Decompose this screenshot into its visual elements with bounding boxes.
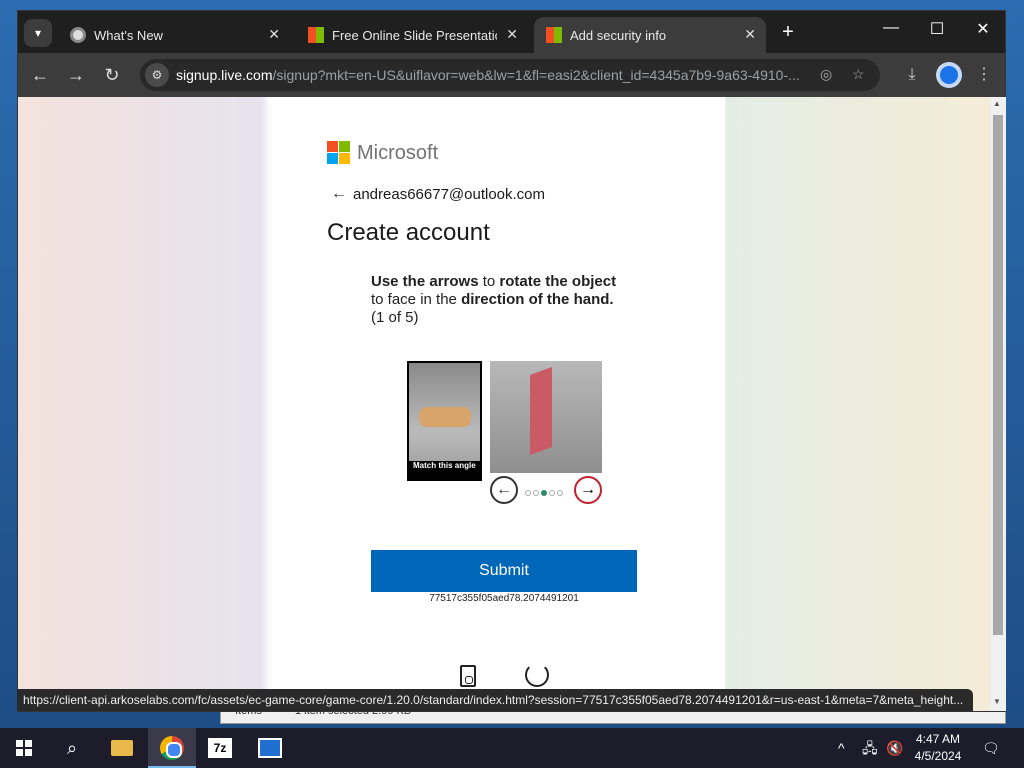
chrome-icon xyxy=(160,736,184,760)
status-url-bubble: https://client-api.arkoselabs.com/fc/ass… xyxy=(17,689,973,711)
app-taskbar-button[interactable] xyxy=(246,728,294,768)
hand-icon xyxy=(419,407,471,427)
close-icon[interactable]: ✕ xyxy=(268,26,280,43)
notifications-icon[interactable]: 🗨 xyxy=(982,728,1000,768)
search-icon[interactable]: ⌕ xyxy=(48,728,96,768)
tab-strip: ▾ What's New ✕ Free Online Slide Present… xyxy=(18,11,1005,53)
page-viewport: Microsoft ← andreas66677@outlook.com Cre… xyxy=(18,97,990,711)
download-icon[interactable]: ⤓ xyxy=(900,63,924,87)
windows-icon xyxy=(16,740,32,756)
browser-window: ▾ What's New ✕ Free Online Slide Present… xyxy=(17,10,1006,712)
signup-card: Microsoft ← andreas66677@outlook.com Cre… xyxy=(285,97,725,711)
microsoft-logo-icon xyxy=(327,141,351,165)
chrome-icon xyxy=(70,27,86,43)
rotatable-object-image xyxy=(490,361,602,473)
new-tab-button[interactable]: + xyxy=(776,21,800,44)
reload-challenge-icon[interactable] xyxy=(525,663,549,687)
site-info-icon[interactable]: ⚙ xyxy=(145,63,169,87)
page-title: Create account xyxy=(327,219,490,246)
object-shape xyxy=(530,366,552,456)
system-clock[interactable]: 4:47 AM 4/5/2024 xyxy=(898,731,978,765)
tab-whats-new[interactable]: What's New ✕ xyxy=(58,17,290,53)
back-button[interactable]: ← xyxy=(28,63,52,87)
captcha-instructions: Use the arrows to rotate the object to f… xyxy=(371,273,617,326)
chrome-taskbar-button[interactable] xyxy=(148,728,196,768)
brand-name: Microsoft xyxy=(357,142,439,164)
taskbar: ⌕ 7z ^ 🖧 🔇 4:47 AM 4/5/2024 🗨 xyxy=(0,728,1024,768)
tray-chevron-icon[interactable]: ^ xyxy=(838,728,845,768)
tab-title: Free Online Slide Presentation: | xyxy=(332,28,497,43)
7zip-taskbar-button[interactable]: 7z xyxy=(196,728,244,768)
progress-dots xyxy=(525,483,569,501)
profile-avatar[interactable] xyxy=(936,62,962,88)
tab-add-security-info[interactable]: Add security info ✕ xyxy=(534,17,766,53)
file-explorer-button[interactable] xyxy=(98,728,146,768)
submit-button[interactable]: Submit xyxy=(371,550,637,592)
tab-title: What's New xyxy=(94,28,163,43)
close-window-button[interactable]: ✕ xyxy=(960,19,1006,39)
scroll-up-icon[interactable]: ▲ xyxy=(993,99,1001,108)
start-button[interactable] xyxy=(0,728,48,768)
account-email: andreas66677@outlook.com xyxy=(353,186,546,203)
reload-button[interactable]: ↻ xyxy=(100,63,124,87)
back-arrow-icon[interactable]: ← xyxy=(331,185,347,203)
scroll-down-icon[interactable]: ▼ xyxy=(993,697,1001,706)
rotate-left-button[interactable]: ← xyxy=(490,476,518,504)
close-icon[interactable]: ✕ xyxy=(506,26,518,43)
page-scrollbar[interactable]: ▲ ▼ xyxy=(990,97,1006,711)
network-icon[interactable]: 🖧 xyxy=(862,728,878,768)
tracking-icon[interactable]: ◎ xyxy=(820,66,832,83)
menu-icon[interactable]: ⋮ xyxy=(972,63,996,87)
7zip-icon: 7z xyxy=(208,738,232,758)
window-app-icon xyxy=(258,738,282,758)
bookmark-star-icon[interactable]: ☆ xyxy=(852,66,865,83)
url-text[interactable]: signup.live.com/signup?mkt=en-US&uiflavo… xyxy=(176,67,816,83)
audio-challenge-icon[interactable] xyxy=(460,665,476,687)
address-bar[interactable]: ⚙ signup.live.com/signup?mkt=en-US&uifla… xyxy=(140,59,880,91)
session-id: 77517c355f05aed78.2074491201 xyxy=(429,593,579,604)
close-icon[interactable]: ✕ xyxy=(744,26,756,43)
reference-hand-image: Match this angle xyxy=(407,361,482,481)
tab-search-button[interactable]: ▾ xyxy=(24,19,52,47)
rotate-right-button[interactable]: → xyxy=(574,476,602,504)
browser-toolbar: ← → ↻ ⚙ signup.live.com/signup?mkt=en-US… xyxy=(18,53,1005,97)
tab-slide-presentation[interactable]: Free Online Slide Presentation: | ✕ xyxy=(296,17,528,53)
microsoft-icon xyxy=(308,27,324,43)
scrollbar-thumb[interactable] xyxy=(993,115,1003,635)
match-angle-label: Match this angle xyxy=(409,461,480,479)
tab-title: Add security info xyxy=(570,28,667,43)
microsoft-icon xyxy=(546,27,562,43)
minimize-button[interactable]: — xyxy=(868,19,914,37)
forward-button[interactable]: → xyxy=(64,63,88,87)
maximize-button[interactable]: ☐ xyxy=(914,19,960,39)
folder-icon xyxy=(111,740,133,756)
